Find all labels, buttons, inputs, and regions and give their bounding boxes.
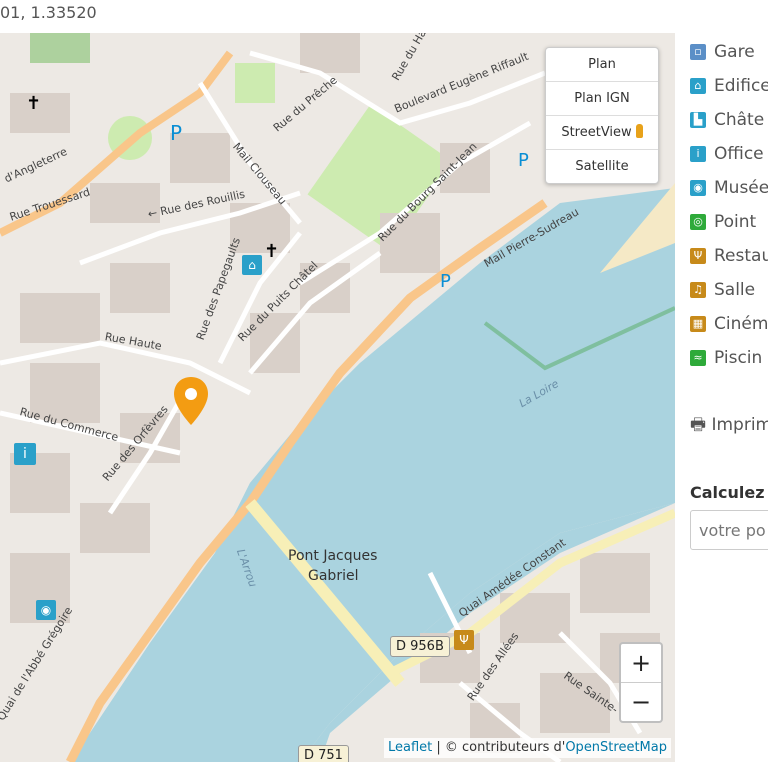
poi-label: Restau — [714, 246, 768, 266]
zoom-out-button[interactable]: − — [621, 682, 661, 721]
info-icon[interactable]: i — [14, 443, 36, 465]
poi-label: Office — [714, 144, 764, 164]
osm-link[interactable]: OpenStreetMap — [565, 740, 667, 755]
info-icon: i — [690, 146, 706, 162]
restaurant-icon: Ψ — [690, 248, 706, 264]
monument-icon[interactable]: ⌂ — [242, 255, 262, 275]
park-square — [235, 63, 275, 103]
parking-icon: P — [170, 121, 183, 145]
restaurant-icon[interactable]: Ψ — [454, 630, 474, 650]
layer-plan-ign[interactable]: Plan IGN — [546, 82, 658, 116]
layer-streetview[interactable]: StreetView — [546, 116, 658, 150]
poi-filter-office[interactable]: i Office — [690, 137, 768, 171]
poi-label: Musée — [714, 178, 768, 198]
parking-icon-3: P — [440, 271, 451, 292]
pool-icon: ≈ — [690, 350, 706, 366]
train-icon: ▫ — [690, 44, 706, 60]
label-pont: Pont Jacques — [288, 548, 378, 564]
address-input[interactable]: votre po — [690, 510, 768, 550]
pegman-icon[interactable] — [635, 124, 643, 138]
poi-filter-list: ▫ Gare ⌂ Edifice ▙ Châte i Office ◉ Musée ◎ Po… — [690, 35, 768, 375]
church-icon: ✝ — [26, 93, 42, 114]
zoom-control: + − — [619, 642, 663, 723]
layer-streetview-label: StreetView — [561, 125, 632, 140]
poi-filter-musee[interactable]: ◉ Musée — [690, 171, 768, 205]
attribution-text: | © contributeurs d' — [432, 740, 566, 755]
poi-label: Salle — [714, 280, 756, 300]
poi-filter-cinema[interactable]: ▦ Ciném — [690, 307, 768, 341]
route-calc-title: Calculez — [690, 483, 765, 502]
music-icon: ♫ — [690, 282, 706, 298]
park-north — [30, 33, 90, 63]
museum-icon: ◉ — [690, 180, 706, 196]
print-label: Imprim — [711, 415, 768, 435]
printer-icon: 🖶 — [690, 415, 707, 435]
poi-label: Ciném — [714, 314, 768, 334]
monument-icon: ⌂ — [690, 78, 706, 94]
poi-label: Edifice — [714, 76, 768, 96]
map-view[interactable]: d'Angleterre Rue Trouessard ← Rue des Ro… — [0, 33, 675, 762]
poi-filter-restaurant[interactable]: Ψ Restau — [690, 239, 768, 273]
layer-plan[interactable]: Plan — [546, 48, 658, 82]
poi-filter-point[interactable]: ◎ Point — [690, 205, 768, 239]
poi-label: Gare — [714, 42, 755, 62]
layer-satellite[interactable]: Satellite — [546, 150, 658, 183]
poi-label: Châte — [714, 110, 765, 130]
location-marker[interactable] — [174, 377, 208, 429]
museum-icon[interactable]: ◉ — [36, 600, 56, 620]
layer-switcher: Plan Plan IGN StreetView Satellite — [545, 47, 659, 184]
poi-filter-edifice[interactable]: ⌂ Edifice — [690, 69, 768, 103]
church-icon-2: ✝ — [264, 241, 280, 262]
poi-filter-chateau[interactable]: ▙ Châte — [690, 103, 768, 137]
poi-filter-salle[interactable]: ♫ Salle — [690, 273, 768, 307]
road-shield-d751: D 751 — [298, 745, 349, 762]
poi-filter-piscine[interactable]: ≈ Piscin — [690, 341, 768, 375]
road-shield-d956b: D 956B — [390, 636, 450, 657]
poi-label: Piscin — [714, 348, 763, 368]
print-button[interactable]: 🖶 Imprim — [690, 412, 768, 441]
leaflet-link[interactable]: Leaflet — [388, 740, 432, 755]
attribution: Leaflet | © contributeurs d'OpenStreetMa… — [383, 738, 671, 758]
poi-label: Point — [714, 212, 757, 232]
poi-filter-gare[interactable]: ▫ Gare — [690, 35, 768, 69]
coordinates-readout: 01, 1.33520 — [0, 3, 97, 22]
zoom-in-button[interactable]: + — [621, 644, 661, 682]
cinema-icon: ▦ — [690, 316, 706, 332]
viewpoint-icon: ◎ — [690, 214, 706, 230]
castle-icon: ▙ — [690, 112, 706, 128]
label-pont-2: Gabriel — [308, 568, 359, 584]
parking-icon-2: P — [518, 150, 529, 171]
